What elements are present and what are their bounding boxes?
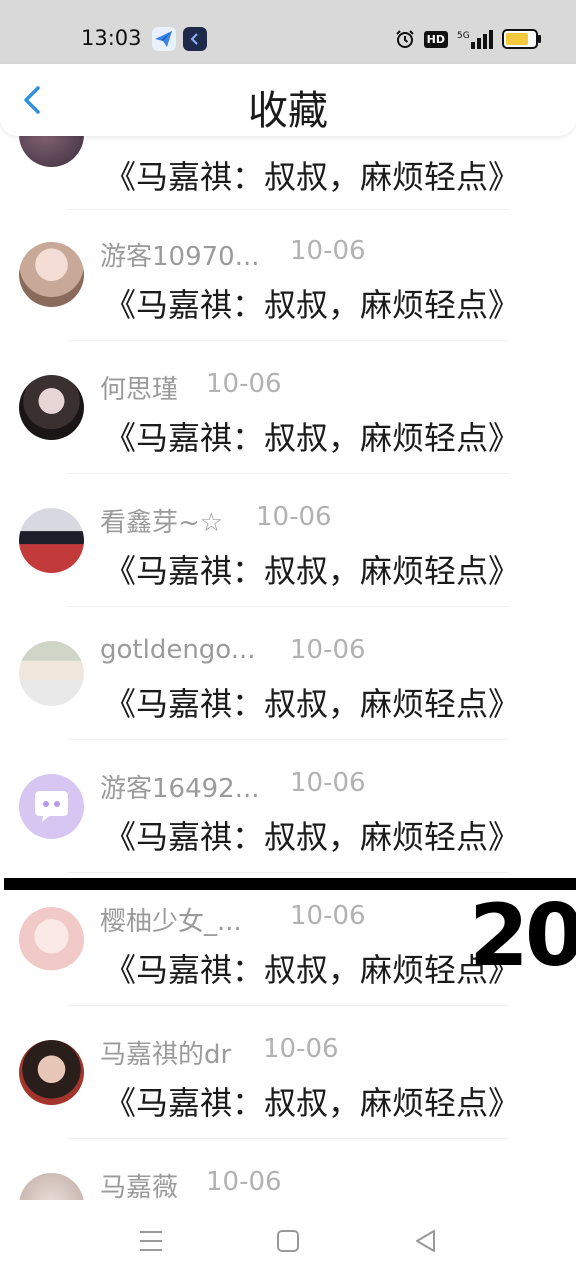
home-square-icon[interactable] xyxy=(271,1224,305,1258)
avatar xyxy=(19,242,84,307)
divider xyxy=(68,739,508,740)
divider xyxy=(68,473,508,474)
item-username: gotldengo... xyxy=(100,635,256,665)
item-username: 看鑫芽~☆ xyxy=(100,508,224,538)
divider xyxy=(68,1138,508,1139)
avatar xyxy=(19,508,84,573)
item-text: 《马嘉祺：叔叔，麻烦轻点》 xyxy=(104,419,521,457)
item-time: 10-06 xyxy=(290,901,366,931)
item-time: 10-06 xyxy=(206,1167,282,1197)
back-triangle-icon[interactable] xyxy=(408,1224,442,1258)
item-time: 10-06 xyxy=(290,635,366,665)
list-item[interactable]: 游客16492... 10-06 《马嘉祺：叔叔，麻烦轻点》 xyxy=(0,742,576,875)
list-item[interactable]: 看鑫芽~☆ 10-06 《马嘉祺：叔叔，麻烦轻点》 xyxy=(0,476,576,609)
default-avatar xyxy=(19,774,84,839)
signal-icon: 5G xyxy=(457,30,493,49)
avatar xyxy=(19,136,84,167)
item-text: 《马嘉祺：叔叔，麻烦轻点》 xyxy=(104,1084,521,1122)
avatar xyxy=(19,1173,84,1200)
divider xyxy=(68,340,508,341)
item-time: 10-06 xyxy=(206,369,282,399)
item-username: 马嘉薇 xyxy=(100,1173,179,1200)
battery-icon xyxy=(502,29,541,49)
item-username: 樱柚少女_... xyxy=(100,907,242,937)
item-username: 游客16492... xyxy=(100,774,260,804)
menu-icon[interactable] xyxy=(134,1224,168,1258)
favorites-list: 《马嘉祺：叔叔，麻烦轻点》 游客10970... 10-06 《马嘉祺：叔叔，麻… xyxy=(0,136,576,1200)
item-text: 《马嘉祺：叔叔，麻烦轻点》 xyxy=(104,286,521,324)
item-text: 《马嘉祺：叔叔，麻烦轻点》 xyxy=(104,951,521,989)
item-text: 《马嘉祺：叔叔，麻烦轻点》 xyxy=(104,818,521,856)
item-username: 马嘉祺的dr xyxy=(100,1040,232,1070)
divider xyxy=(68,1005,508,1006)
item-username: 何思瑾 xyxy=(100,375,179,405)
list-item[interactable]: 《马嘉祺：叔叔，麻烦轻点》 xyxy=(0,136,576,210)
status-bar: 13:03 HD 5G xyxy=(0,0,576,64)
overlay-number: 20 xyxy=(469,886,576,986)
avatar xyxy=(19,375,84,440)
divider xyxy=(68,606,508,607)
list-item[interactable]: 游客10970... 10-06 《马嘉祺：叔叔，麻烦轻点》 xyxy=(0,210,576,343)
status-time: 13:03 xyxy=(81,26,142,50)
avatar xyxy=(19,641,84,706)
hd-badge: HD xyxy=(423,30,448,48)
list-item[interactable]: 马嘉薇 10-06 xyxy=(0,1141,576,1200)
notification-app-icon xyxy=(183,27,207,51)
item-username: 游客10970... xyxy=(100,242,260,272)
header: 收藏 xyxy=(0,64,576,136)
item-time: 10-06 xyxy=(263,1034,339,1064)
item-text: 《马嘉祺：叔叔，麻烦轻点》 xyxy=(104,552,521,590)
avatar xyxy=(19,1040,84,1105)
item-text: 《马嘉祺：叔叔，麻烦轻点》 xyxy=(104,685,521,723)
list-item[interactable]: gotldengo... 10-06 《马嘉祺：叔叔，麻烦轻点》 xyxy=(0,609,576,742)
chat-bubble-icon xyxy=(35,791,68,822)
system-nav-bar xyxy=(0,1200,576,1280)
page-title: 收藏 xyxy=(248,88,328,134)
divider xyxy=(68,872,508,873)
item-time: 10-06 xyxy=(290,768,366,798)
item-time: 10-06 xyxy=(290,236,366,266)
list-item[interactable]: 何思瑾 10-06 《马嘉祺：叔叔，麻烦轻点》 xyxy=(0,343,576,476)
list-item[interactable]: 马嘉祺的dr 10-06 《马嘉祺：叔叔，麻烦轻点》 xyxy=(0,1008,576,1141)
item-text: 《马嘉祺：叔叔，麻烦轻点》 xyxy=(104,158,521,196)
item-time: 10-06 xyxy=(256,502,332,532)
network-label: 5G xyxy=(457,31,470,41)
paper-plane-app-icon xyxy=(152,27,176,51)
alarm-icon xyxy=(395,30,414,48)
avatar xyxy=(19,907,84,972)
